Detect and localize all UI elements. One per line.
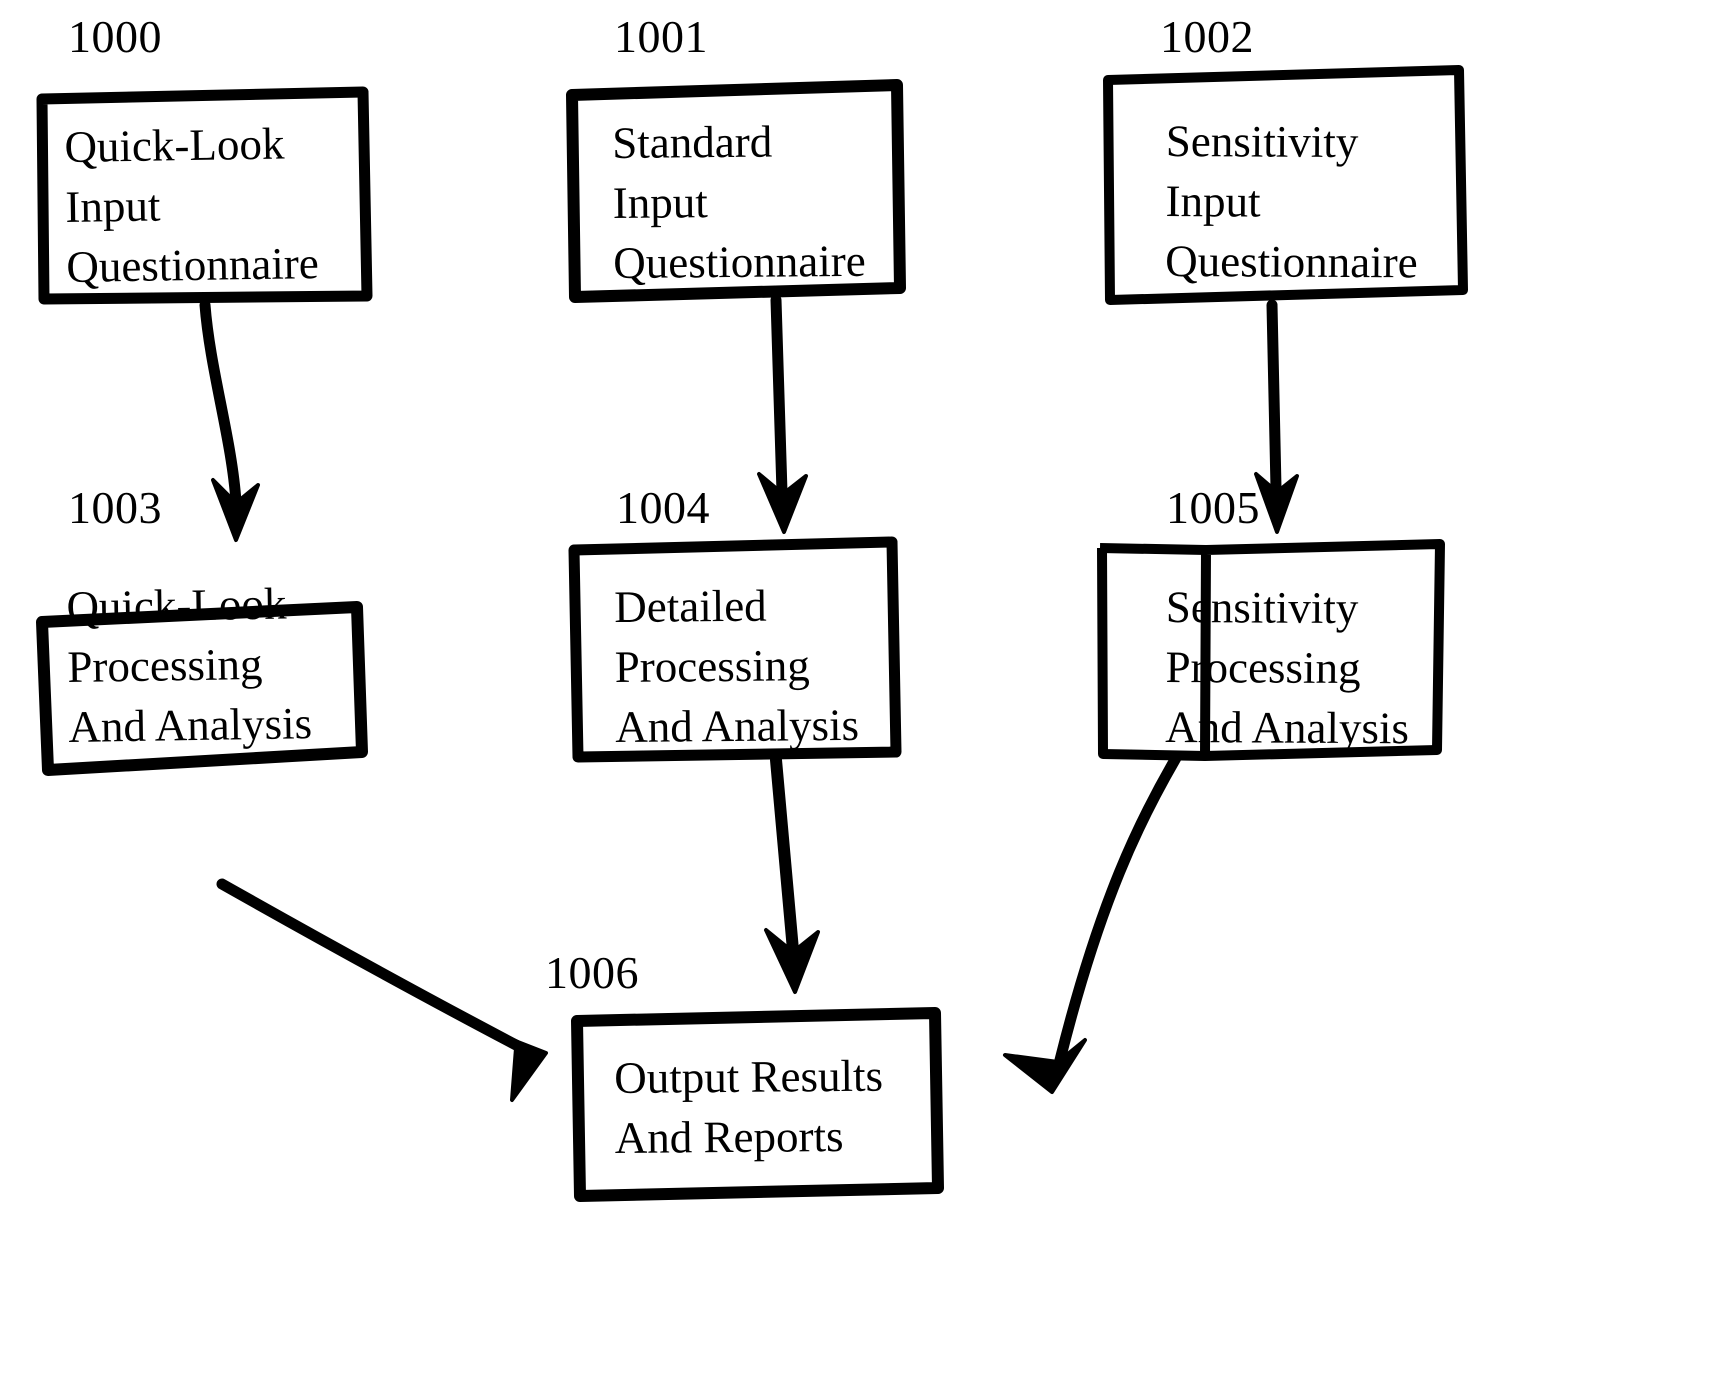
box-1005-outline-extra	[1099, 543, 1207, 555]
arrow-1001-to-1004-shaft	[770, 294, 788, 498]
node-label-1000: Quick-Look Input Questionnaire	[64, 118, 320, 292]
arrow-1000-to-1003-shaft	[199, 299, 242, 508]
node-label-1003: Quick-Look Processing And Analysis	[66, 578, 313, 752]
node-label-1006: Output Results And Reports	[614, 1050, 884, 1163]
ref-numeral-1004: 1004	[616, 482, 710, 533]
ref-numeral-1001: 1001	[614, 11, 708, 62]
node-label-1004: Detailed Processing And Analysis	[614, 580, 860, 752]
node-label-1002: Sensitivity Input Questionnaire	[1165, 115, 1418, 288]
arrow-1005-to-1006-shaft	[1054, 752, 1182, 1066]
ref-numeral-1002: 1002	[1160, 11, 1254, 62]
arrow-1003-to-1006-shaft	[216, 878, 522, 1051]
arrow-1002-to-1005-shaft	[1266, 299, 1282, 494]
ref-numeral-1006: 1006	[545, 947, 639, 998]
patent-figure: 1000 1001 1002 1003 1004 1005 1006 Quick…	[0, 0, 1726, 1374]
node-label-1001: Standard Input Questionnaire	[612, 116, 866, 288]
ref-numeral-1003: 1003	[68, 482, 162, 533]
ref-numeral-1000: 1000	[68, 11, 162, 62]
arrow-1005-to-1006-head	[1003, 1038, 1087, 1094]
ref-numeral-1005: 1005	[1166, 482, 1260, 533]
arrow-1004-to-1006-shaft	[770, 754, 799, 956]
node-label-1005: Sensitivity Processing And Analysis	[1165, 581, 1410, 753]
